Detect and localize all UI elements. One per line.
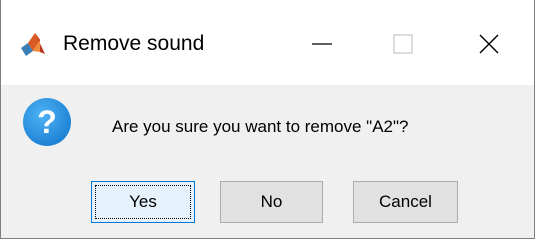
svg-text:?: ? [37, 104, 57, 140]
close-icon [478, 33, 500, 55]
matlab-icon [20, 31, 46, 57]
no-button[interactable]: No [220, 181, 323, 223]
maximize-icon [392, 33, 414, 55]
question-icon: ? [22, 97, 72, 147]
no-button-label: No [260, 192, 283, 211]
minimize-icon [311, 33, 333, 55]
dialog-message: Are you sure you want to remove "A2"? [112, 117, 409, 136]
maximize-button [375, 24, 431, 64]
window-title: Remove sound [63, 32, 205, 55]
minimize-button[interactable] [294, 24, 350, 64]
yes-button-label: Yes [129, 192, 157, 211]
close-button[interactable] [461, 24, 517, 64]
cancel-button-label: Cancel [379, 192, 432, 211]
dialog-body: ? Are you sure you want to remove "A2"? … [1, 85, 534, 238]
dialog-window: Remove sound ? Are you sure you want to … [0, 0, 535, 239]
yes-button[interactable]: Yes [91, 181, 195, 223]
cancel-button[interactable]: Cancel [353, 181, 458, 223]
title-bar[interactable]: Remove sound [1, 0, 534, 85]
